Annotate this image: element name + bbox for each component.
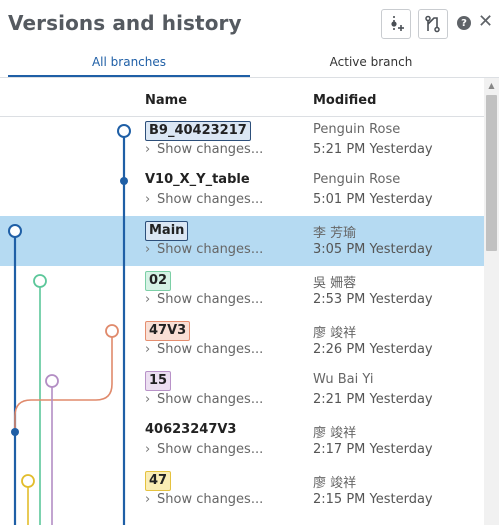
commit-node-b9[interactable]	[117, 124, 131, 138]
version-time: 2:21 PM Yesterday	[313, 392, 433, 407]
commit-node-15[interactable]	[45, 374, 59, 388]
version-name[interactable]: 47V3	[145, 321, 191, 341]
compare-branches-icon	[425, 15, 440, 33]
version-name[interactable]: 47	[145, 471, 172, 491]
version-name[interactable]: 40623247V3	[145, 421, 236, 441]
show-changes-link[interactable]: › Show changes...	[145, 392, 263, 407]
version-author: 廖 竣祥	[313, 476, 357, 491]
chevron-right-icon: ›	[145, 192, 151, 207]
column-header-modified: Modified	[313, 93, 377, 108]
help-icon[interactable]: ?	[457, 16, 471, 30]
version-author: Penguin Rose	[313, 122, 401, 137]
panel-title: Versions and history	[8, 11, 242, 35]
chevron-right-icon: ›	[145, 242, 151, 257]
branch-graph	[8, 124, 131, 525]
show-changes-label: Show changes...	[157, 192, 264, 207]
scrollbar-thumb[interactable]	[486, 95, 497, 251]
close-icon[interactable]: ✕	[478, 12, 493, 32]
version-time: 2:26 PM Yesterday	[313, 342, 433, 357]
version-time: 5:01 PM Yesterday	[313, 192, 433, 207]
version-name[interactable]: 15	[145, 371, 172, 391]
version-author: 吳 姍蓉	[313, 276, 357, 291]
create-version-button[interactable]	[381, 9, 411, 39]
version-name[interactable]: 02	[145, 271, 172, 291]
show-changes-label: Show changes...	[157, 142, 264, 157]
show-changes-label: Show changes...	[157, 492, 264, 507]
version-author: 李 芳瑜	[313, 226, 357, 241]
show-changes-label: Show changes...	[157, 342, 264, 357]
commit-node-40623247v3[interactable]	[11, 428, 19, 436]
show-changes-label: Show changes...	[157, 442, 264, 457]
commit-node-47[interactable]	[21, 474, 35, 488]
chevron-right-icon: ›	[145, 342, 151, 357]
version-author: Penguin Rose	[313, 172, 401, 187]
show-changes-link[interactable]: › Show changes...	[145, 292, 263, 307]
show-changes-link[interactable]: › Show changes...	[145, 492, 263, 507]
active-tab-indicator	[8, 75, 250, 77]
scroll-up-arrow-icon[interactable]: ▲	[484, 78, 499, 94]
column-header-name: Name	[145, 93, 188, 108]
branch-line-47v3	[14, 331, 113, 432]
version-time: 3:05 PM Yesterday	[313, 242, 433, 257]
tab-all-branches[interactable]: All branches	[8, 55, 250, 69]
version-author: 廖 竣祥	[313, 326, 357, 341]
tab-divider	[0, 77, 499, 78]
show-changes-link[interactable]: › Show changes...	[145, 442, 263, 457]
show-changes-label: Show changes...	[157, 392, 264, 407]
version-time: 2:17 PM Yesterday	[313, 442, 433, 457]
version-time: 2:53 PM Yesterday	[313, 292, 433, 307]
version-author: 廖 竣祥	[313, 426, 357, 441]
version-time: 2:15 PM Yesterday	[313, 492, 433, 507]
compare-button[interactable]	[418, 9, 448, 39]
tab-active-branch[interactable]: Active branch	[250, 55, 492, 69]
show-changes-link[interactable]: › Show changes...	[145, 192, 263, 207]
show-changes-label: Show changes...	[157, 242, 264, 257]
chevron-right-icon: ›	[145, 292, 151, 307]
chevron-right-icon: ›	[145, 442, 151, 457]
show-changes-link[interactable]: › Show changes...	[145, 342, 263, 357]
commit-node-02[interactable]	[33, 274, 47, 288]
chevron-right-icon: ›	[145, 142, 151, 157]
show-changes-label: Show changes...	[157, 292, 264, 307]
chevron-right-icon: ›	[145, 392, 151, 407]
commit-node-main[interactable]	[8, 224, 22, 238]
add-version-icon	[391, 16, 404, 32]
commit-node-47v3[interactable]	[105, 324, 119, 338]
versions-history-panel: Versions and history ? ✕ All branches Ac…	[0, 0, 499, 525]
version-author: Wu Bai Yi	[313, 372, 374, 387]
show-changes-link[interactable]: › Show changes...	[145, 242, 263, 257]
commit-node-v10[interactable]	[120, 177, 128, 185]
version-name[interactable]: B9_40423217	[145, 121, 251, 141]
version-time: 5:21 PM Yesterday	[313, 142, 433, 157]
show-changes-link[interactable]: › Show changes...	[145, 142, 263, 157]
version-name[interactable]: V10_X_Y_table	[145, 171, 250, 191]
chevron-right-icon: ›	[145, 492, 151, 507]
version-name[interactable]: Main	[145, 221, 189, 241]
